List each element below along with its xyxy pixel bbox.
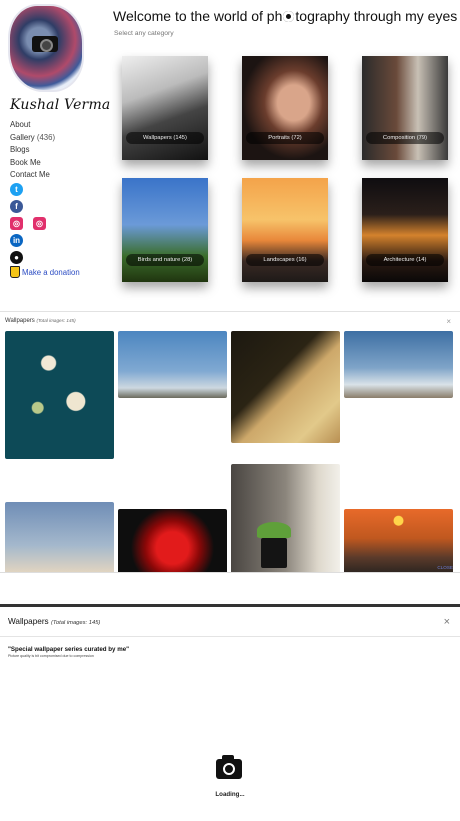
loading-modal: Wallpapers (Total images: 145) × "Specia… [0,604,460,821]
gallery-close-button[interactable]: CLOSE [437,565,453,570]
category-label: Composition (79) [366,132,444,144]
main-nav: About Gallery (436) Blogs Book Me Contac… [10,119,55,182]
twitter-icon[interactable]: t [10,183,23,196]
gallery-modal: Wallpapers (Total images: 145) × CLOSE [0,311,460,573]
nav-blogs[interactable]: Blogs [10,144,55,157]
plant-leaves [257,522,291,538]
category-tile-wallpapers[interactable]: Wallpapers (145) [122,56,208,160]
camera-icon [216,755,242,779]
category-label: Portraits (72) [246,132,324,144]
gallery-photo[interactable] [118,509,227,572]
series-quote: "Special wallpaper series curated by me" [8,646,130,653]
gallery-photo[interactable] [344,509,453,572]
category-tile-composition[interactable]: Composition (79) [362,56,448,160]
nav-book-me[interactable]: Book Me [10,157,55,170]
gallery-photo[interactable] [344,331,453,398]
title-part-1: Welcome to the world of ph [113,8,283,24]
github-icon[interactable]: ● [10,251,23,264]
linkedin-icon[interactable]: in [10,234,23,247]
loading-title: Wallpapers [8,617,49,626]
instagram-icon[interactable]: ◎ [33,217,46,230]
nav-about[interactable]: About [10,119,55,132]
gallery-header: Wallpapers (Total images: 145) [5,318,76,324]
quality-note: Picture quality is bit compromised due t… [8,654,94,658]
category-prompt: Select any category [114,30,174,37]
gallery-title: Wallpapers [5,318,35,324]
gallery-photo[interactable] [5,502,114,572]
camera-icon [32,36,58,52]
nav-gallery[interactable]: Gallery (436) [10,132,55,145]
gallery-photo[interactable] [118,331,227,398]
category-tile-architecture[interactable]: Architecture (14) [362,178,448,282]
donation-link[interactable]: Make a donation [10,266,80,278]
profile-avatar[interactable] [10,6,82,90]
gallery-photo[interactable] [231,464,340,572]
loading-text: Loading... [215,791,245,798]
category-tile-birds-nature[interactable]: Birds and nature (28) [122,178,208,282]
gallery-photo[interactable] [231,331,340,443]
instagram-icon[interactable]: ◎ [10,217,23,230]
nav-gallery-label: Gallery [10,132,35,142]
gallery-close-icon[interactable]: × [446,317,451,326]
gallery-photo[interactable] [5,331,114,459]
category-tile-portraits[interactable]: Portraits (72) [242,56,328,160]
coffee-cup-icon [10,266,20,278]
nav-gallery-count: (436) [36,132,56,142]
facebook-icon[interactable]: f [10,200,23,213]
page-title: Welcome to the world of ph tography throu… [113,8,457,24]
category-label: Wallpapers (145) [126,132,204,144]
social-links: t f ◎ ◎ in ● [10,183,50,264]
aperture-icon [283,11,295,22]
gallery-total: (Total images: 145) [36,318,76,323]
loading-modal-title: Wallpapers (Total images: 145) [8,617,100,626]
category-tile-landscapes[interactable]: Landscapes (16) [242,178,328,282]
loading-close-icon[interactable]: × [444,616,450,628]
category-label: Architecture (14) [366,254,444,266]
category-label: Landscapes (16) [246,254,324,266]
category-label: Birds and nature (28) [126,254,204,266]
plant-pot [261,538,287,568]
donation-label: Make a donation [22,267,80,277]
title-part-2: tography through my eyes [295,8,458,24]
site-signature[interactable]: Kushal Verma [10,97,110,113]
nav-contact-me[interactable]: Contact Me [10,169,55,182]
home-page: Kushal Verma About Gallery (436) Blogs B… [0,0,460,305]
loading-modal-header: Wallpapers (Total images: 145) × [0,607,460,637]
loading-total: (Total images: 145) [50,620,101,626]
